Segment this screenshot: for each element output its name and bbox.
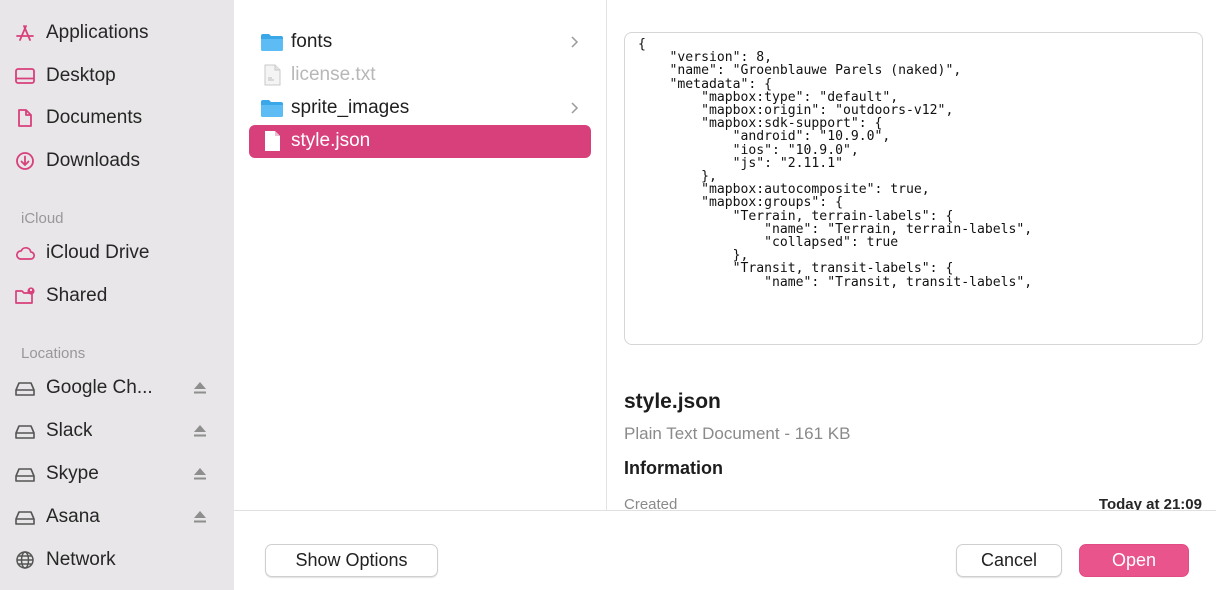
sidebar-item-icloud-drive[interactable]: iCloud Drive: [14, 236, 224, 270]
list-item-style-json[interactable]: style.json: [249, 125, 591, 158]
preview-information-heading: Information: [624, 458, 723, 478]
drive-icon: [14, 420, 36, 442]
eject-icon[interactable]: [192, 465, 208, 483]
network-icon: [14, 549, 36, 571]
cancel-button[interactable]: Cancel: [956, 544, 1062, 577]
list-item-sprite-images[interactable]: sprite_images: [249, 92, 591, 125]
file-column: fonts license.txt sprite_images style.js…: [234, 0, 607, 510]
sidebar-item-label: Documents: [46, 107, 143, 128]
sidebar-section-icloud: iCloud: [21, 210, 64, 227]
sidebar: Applications Desktop Documents Downloads…: [0, 0, 234, 590]
file-preview[interactable]: { "version": 8, "name": "Groenblauwe Par…: [624, 32, 1203, 345]
sidebar-item-label: Network: [46, 549, 116, 570]
sidebar-item-skype[interactable]: Skype: [14, 457, 224, 491]
sidebar-item-label: Shared: [46, 285, 108, 306]
sidebar-item-label: Downloads: [46, 150, 140, 171]
sidebar-item-label: iCloud Drive: [46, 242, 150, 263]
sidebar-item-label: Asana: [46, 506, 100, 527]
drive-icon: [14, 463, 36, 485]
preview-file-kind: Plain Text Document - 161 KB: [624, 424, 851, 443]
file-preview-text: { "version": 8, "name": "Groenblauwe Par…: [638, 37, 1033, 290]
dialog-footer: Show Options Cancel Open: [234, 510, 1216, 590]
sidebar-item-slack[interactable]: Slack: [14, 414, 224, 448]
folder-icon: [261, 34, 283, 51]
sidebar-item-asana[interactable]: Asana: [14, 500, 224, 534]
sidebar-item-network[interactable]: Network: [14, 543, 224, 577]
documents-icon: [14, 107, 36, 129]
document-icon: [265, 131, 280, 151]
file-name: fonts: [291, 31, 333, 52]
drive-icon: [14, 506, 36, 528]
list-item-fonts[interactable]: fonts: [249, 26, 591, 59]
desktop-icon: [14, 65, 36, 87]
file-name: license.txt: [291, 64, 376, 85]
sidebar-item-applications[interactable]: Applications: [14, 16, 224, 50]
cloud-icon: [14, 242, 36, 264]
folder-icon: [261, 100, 283, 117]
open-file-dialog: Applications Desktop Documents Downloads…: [0, 0, 1216, 590]
text-file-icon: [264, 64, 281, 86]
applications-icon: [14, 22, 36, 44]
chevron-right-icon: [571, 36, 579, 48]
show-options-button[interactable]: Show Options: [265, 544, 438, 577]
downloads-icon: [14, 150, 36, 172]
sidebar-item-label: Desktop: [46, 65, 116, 86]
eject-icon[interactable]: [192, 422, 208, 440]
sidebar-item-label: Slack: [46, 420, 93, 441]
eject-icon[interactable]: [192, 379, 208, 397]
open-button[interactable]: Open: [1079, 544, 1189, 577]
sidebar-item-documents[interactable]: Documents: [14, 101, 224, 135]
sidebar-item-google-chrome[interactable]: Google Ch...: [14, 371, 224, 405]
eject-icon[interactable]: [192, 508, 208, 526]
file-name: style.json: [291, 130, 371, 151]
preview-file-title: style.json: [624, 390, 721, 413]
sidebar-item-desktop[interactable]: Desktop: [14, 59, 224, 93]
preview-pane: { "version": 8, "name": "Groenblauwe Par…: [607, 0, 1216, 513]
shared-folder-icon: [14, 285, 36, 307]
sidebar-section-locations: Locations: [21, 345, 86, 362]
chevron-right-icon: [571, 102, 579, 114]
list-item-license[interactable]: license.txt: [249, 59, 591, 92]
drive-icon: [14, 377, 36, 399]
sidebar-item-downloads[interactable]: Downloads: [14, 144, 224, 178]
sidebar-item-label: Applications: [46, 22, 149, 43]
sidebar-item-shared[interactable]: Shared: [14, 279, 224, 313]
sidebar-item-label: Google Ch...: [46, 377, 153, 398]
file-name: sprite_images: [291, 97, 410, 118]
sidebar-item-label: Skype: [46, 463, 99, 484]
